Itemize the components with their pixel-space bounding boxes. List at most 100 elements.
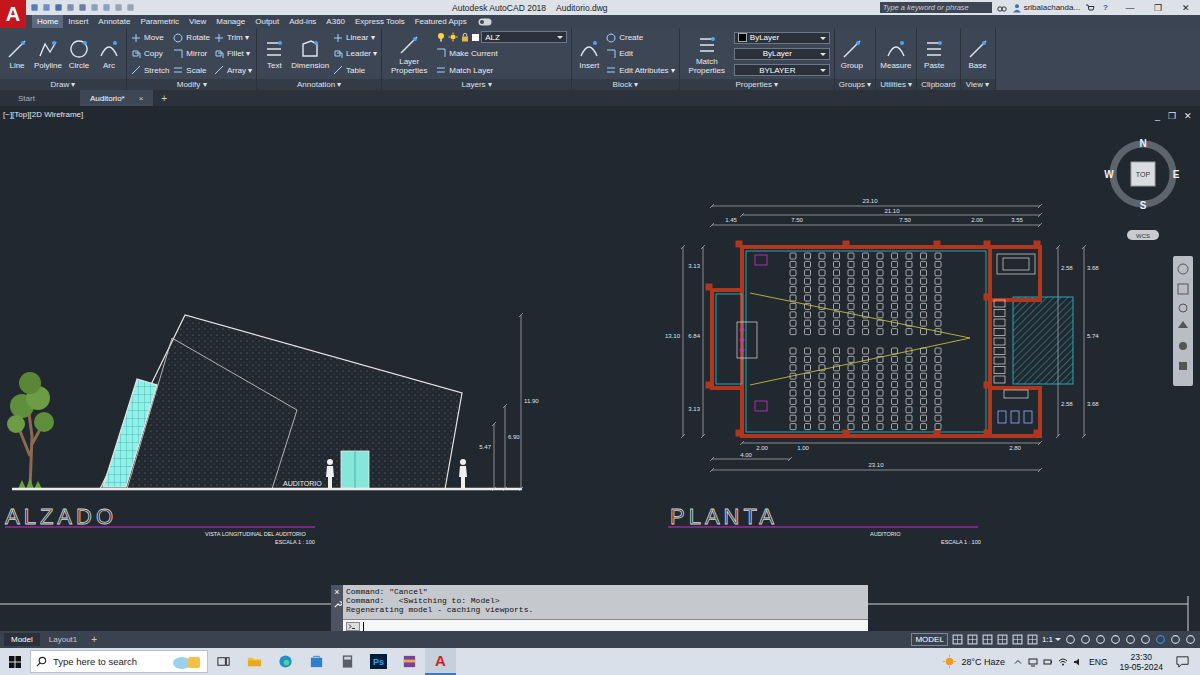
ribbon-tab[interactable]: Insert — [63, 15, 93, 28]
drawing-canvas[interactable]: AUDITORIO11.906.905.47ALZADOVISTA LONGIT… — [0, 106, 1200, 631]
viewport-control-button[interactable]: ✕ — [1184, 111, 1192, 121]
ribbon-tool[interactable]: Insert — [576, 38, 602, 70]
quick-access-icon[interactable] — [66, 3, 75, 12]
ribbon-tool[interactable]: Layer Properties — [386, 34, 432, 75]
ribbon-tool[interactable]: Polyline — [34, 38, 62, 70]
ribbon-tab[interactable]: Express Tools — [350, 15, 410, 28]
close-tab-button[interactable]: × — [139, 94, 144, 103]
binoculars-icon[interactable] — [997, 3, 1007, 13]
ribbon-tool[interactable]: Fillet ▾ — [214, 47, 252, 60]
status-tool-icon[interactable] — [1155, 634, 1166, 645]
viewcube-face[interactable] — [1131, 162, 1155, 186]
taskbar-app[interactable] — [270, 648, 301, 675]
quick-access-icon[interactable] — [42, 3, 51, 12]
ribbon-tool[interactable]: Move — [131, 31, 169, 44]
task-view-button[interactable] — [208, 648, 239, 675]
window-control-button[interactable]: ❐ — [1144, 3, 1172, 13]
user-menu[interactable]: sribalachanda... — [1012, 3, 1080, 13]
viewcube[interactable]: TOPNSEWWCS — [1104, 138, 1179, 240]
ribbon-tool[interactable]: Copy — [131, 47, 169, 60]
battery-icon[interactable] — [1043, 657, 1053, 667]
new-tab-button[interactable]: + — [155, 90, 173, 106]
compass-east[interactable]: E — [1173, 169, 1180, 180]
panel-title[interactable]: Properties ▾ — [680, 79, 834, 90]
ribbon-tool[interactable]: Create — [606, 31, 675, 44]
ribbon-tool[interactable]: Circle — [66, 38, 92, 70]
panel-title[interactable]: Annotation ▾ — [257, 79, 381, 90]
new-layout-button[interactable]: + — [86, 634, 102, 645]
volume-icon[interactable] — [1073, 657, 1083, 667]
property-dropdown[interactable]: BYLAYER — [734, 64, 830, 76]
status-toggle-icon[interactable] — [982, 634, 993, 645]
ribbon-tab[interactable]: Add-ins — [284, 15, 321, 28]
compass-north[interactable]: N — [1139, 138, 1146, 149]
viewport-control-button[interactable]: _ — [1155, 111, 1160, 121]
navigation-bar[interactable] — [1173, 256, 1193, 386]
document-tab[interactable]: Auditorio*× — [80, 90, 153, 106]
panel-title[interactable]: Layers ▾ — [382, 79, 571, 90]
ribbon-tool[interactable]: Line — [4, 38, 30, 70]
ribbon-tool[interactable]: Match Layer — [436, 64, 567, 77]
ribbon-tool[interactable]: Text — [261, 38, 287, 70]
ribbon-tool[interactable]: Mirror — [173, 47, 210, 60]
taskbar-app[interactable] — [301, 648, 332, 675]
ribbon-tool[interactable]: Edit — [606, 47, 675, 60]
status-toggle-icon[interactable] — [952, 634, 963, 645]
ribbon-tool[interactable]: Match Properties — [684, 34, 730, 75]
property-dropdown[interactable]: ByLayer — [734, 48, 830, 60]
panel-title[interactable]: Draw ▾ — [0, 79, 126, 90]
status-toggle-icon[interactable] — [997, 634, 1008, 645]
ribbon-tool[interactable]: Base — [965, 38, 991, 70]
network-icon[interactable] — [1028, 657, 1038, 667]
quick-access-icon[interactable] — [90, 3, 99, 12]
quick-access-icon[interactable] — [114, 3, 123, 12]
status-toggle-icon[interactable] — [967, 634, 978, 645]
ucs-menu[interactable] — [1127, 230, 1159, 240]
quick-access-icon[interactable] — [126, 3, 135, 12]
window-control-button[interactable]: — — [1116, 3, 1144, 13]
taskbar-app[interactable]: A — [425, 648, 456, 675]
status-tool-icon[interactable] — [1140, 634, 1151, 645]
ribbon-tool[interactable]: Arc — [96, 38, 122, 70]
status-tool-icon[interactable] — [1125, 634, 1136, 645]
start-button[interactable] — [0, 648, 30, 675]
color-dropdown[interactable]: ByLayer — [734, 32, 830, 44]
ribbon-tool[interactable]: Stretch — [131, 64, 169, 77]
status-tool-icon[interactable] — [1185, 634, 1196, 645]
wrench-icon[interactable] — [333, 600, 342, 609]
status-tool-icon[interactable] — [1110, 634, 1121, 645]
ribbon-tool[interactable]: Scale — [173, 64, 210, 77]
model-space-button[interactable]: MODEL — [911, 633, 947, 646]
compass-south[interactable]: S — [1140, 200, 1147, 211]
lock-icon[interactable] — [460, 32, 470, 42]
quick-access-icon[interactable] — [54, 3, 63, 12]
quick-access-icon[interactable] — [78, 3, 87, 12]
viewport-controls-label[interactable]: [−][Top][2D Wireframe] — [3, 110, 83, 119]
window-control-button[interactable]: ✕ — [1172, 3, 1200, 13]
ribbon-tab[interactable]: Manage — [211, 15, 250, 28]
cart-icon[interactable] — [1085, 3, 1095, 13]
layer-dropdown[interactable]: ALZ — [481, 31, 567, 43]
command-prompt-icon[interactable] — [346, 622, 360, 631]
ribbon-tab[interactable]: A360 — [321, 15, 350, 28]
bulb-icon[interactable] — [436, 32, 446, 42]
clock[interactable]: 23:3019-05-2024 — [1114, 652, 1169, 672]
ribbon-tab[interactable]: Home — [32, 15, 63, 28]
status-toggle-icon[interactable] — [1012, 634, 1023, 645]
panel-title[interactable]: Utilities ▾ — [876, 79, 916, 90]
ribbon-tool[interactable]: Dimension — [291, 38, 329, 70]
status-tool-icon[interactable] — [1080, 634, 1091, 645]
panel-title[interactable]: Modify ▾ — [127, 79, 256, 90]
annotation-scale[interactable]: 1:1 — [1042, 635, 1061, 644]
panel-title[interactable]: Clipboard — [917, 79, 959, 90]
ribbon-tool[interactable]: Linear ▾ — [333, 31, 377, 44]
ribbon-tool[interactable]: Group — [839, 38, 865, 70]
panel-title[interactable]: View ▾ — [961, 79, 995, 90]
quick-access-icon[interactable] — [30, 3, 39, 12]
document-tab[interactable]: Start — [8, 90, 78, 106]
input-language[interactable]: ENG — [1083, 657, 1113, 667]
quick-access-icon[interactable] — [102, 3, 111, 12]
taskbar-search-box[interactable]: Type here to search — [30, 650, 208, 673]
ribbon-tool[interactable]: Rotate — [173, 31, 210, 44]
ribbon-tool[interactable]: Array ▾ — [214, 64, 252, 77]
